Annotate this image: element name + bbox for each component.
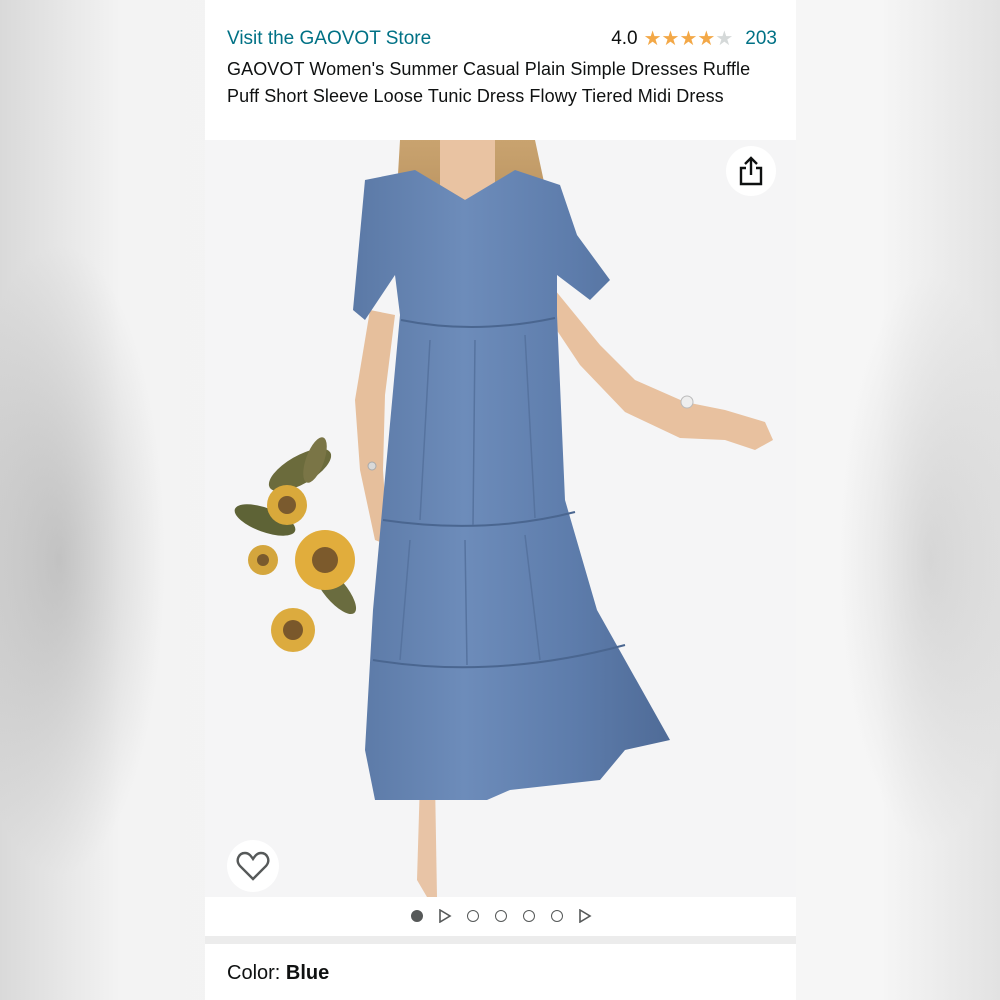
rating-value: 4.0: [611, 28, 638, 49]
video-play-icon[interactable]: [578, 909, 592, 923]
favorite-button[interactable]: [227, 840, 279, 892]
share-button[interactable]: [726, 146, 776, 196]
heart-icon: [236, 851, 270, 881]
star-empty-icon: ★: [715, 28, 734, 50]
star-full-icon: ★: [679, 28, 698, 50]
sunflower-bouquet: [234, 437, 357, 652]
product-card: Visit the GAOVOT Store 4.0 ★ ★ ★ ★ ★ 203 GAO…: [205, 0, 796, 1000]
pager-dot[interactable]: [550, 910, 563, 922]
pager-dot[interactable]: [466, 910, 479, 922]
pager-dot-active[interactable]: [410, 910, 423, 922]
product-header: Visit the GAOVOT Store 4.0 ★ ★ ★ ★ ★ 203 GAO…: [227, 26, 777, 110]
section-divider: [205, 936, 796, 944]
pager-dot[interactable]: [522, 910, 535, 922]
product-image-gallery[interactable]: [205, 140, 796, 897]
product-title: GAOVOT Women's Summer Casual Plain Simpl…: [227, 59, 751, 106]
image-pager: [205, 904, 796, 928]
color-selection: Color: Blue: [227, 962, 329, 985]
review-count-link[interactable]: 203: [745, 28, 777, 50]
rating-summary[interactable]: 4.0 ★ ★ ★ ★ ★ 203: [611, 28, 777, 50]
video-play-icon[interactable]: [438, 909, 452, 923]
star-rating: ★ ★ ★ ★ ★: [644, 29, 734, 49]
color-label: Color:: [227, 962, 286, 984]
store-rating-row: Visit the GAOVOT Store 4.0 ★ ★ ★ ★ ★ 203: [227, 26, 777, 52]
pager-dot[interactable]: [494, 910, 507, 922]
star-full-icon: ★: [661, 28, 680, 50]
share-icon: [739, 156, 763, 186]
star-full-icon: ★: [643, 28, 662, 50]
store-link[interactable]: Visit the GAOVOT Store: [227, 28, 431, 50]
product-image: [234, 140, 773, 897]
star-full-icon: ★: [697, 28, 716, 50]
color-value: Blue: [285, 962, 330, 984]
